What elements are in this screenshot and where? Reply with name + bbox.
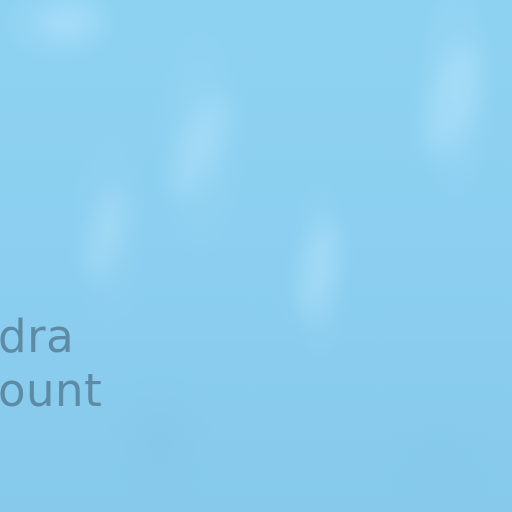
- caption-line-1: dra: [0, 310, 75, 363]
- light-streak: [287, 217, 348, 323]
- wallpaper-caption: dra ount: [0, 310, 102, 418]
- wallpaper-background: dra ount: [0, 0, 512, 512]
- light-streak: [410, 35, 495, 165]
- caption-line-2: ount: [0, 364, 103, 417]
- light-streak: [40, 0, 100, 40]
- light-streak: [76, 187, 134, 283]
- light-streak: [158, 86, 242, 204]
